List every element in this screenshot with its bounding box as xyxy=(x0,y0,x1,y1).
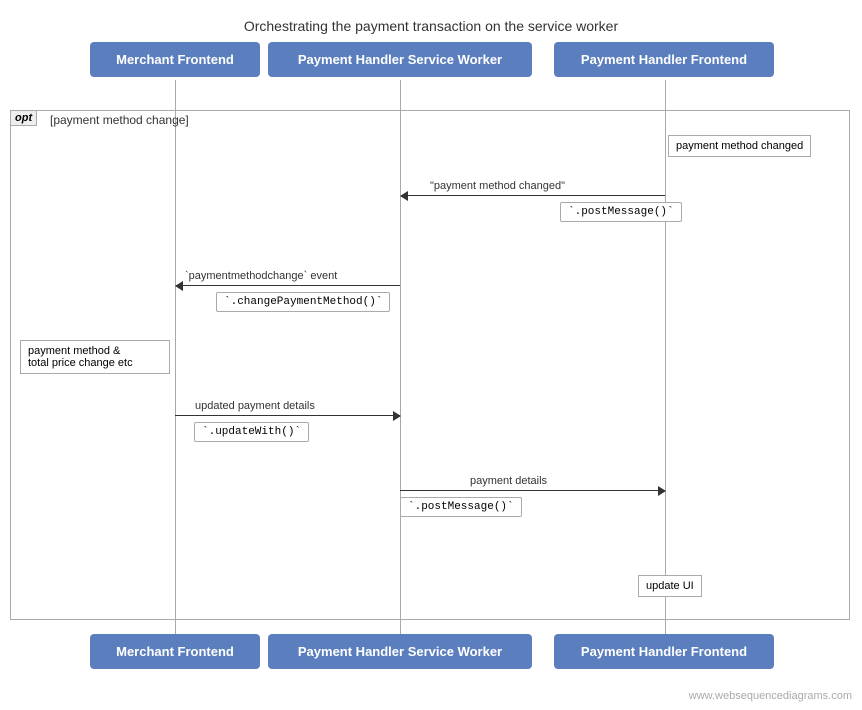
watermark: www.websequencediagrams.com xyxy=(689,690,852,702)
label-payment-method-changed: "payment method changed" xyxy=(430,180,565,192)
label-payment-details: payment details xyxy=(470,475,547,487)
opt-condition: [payment method change] xyxy=(50,113,189,127)
actor-frontend-top: Payment Handler Frontend xyxy=(554,42,774,77)
code-postmessage-1: `.postMessage()` xyxy=(560,202,682,222)
label-updated-payment: updated payment details xyxy=(195,400,315,412)
note-update-ui: update UI xyxy=(638,575,702,597)
note-payment-method-changed: payment method changed xyxy=(668,135,811,157)
actor-merchant-top: Merchant Frontend xyxy=(90,42,260,77)
diagram-title: Orchestrating the payment transaction on… xyxy=(0,8,862,42)
arrow-paymentmethodchange xyxy=(176,285,400,286)
arrow-updated-payment xyxy=(175,415,400,416)
diagram-container: Orchestrating the payment transaction on… xyxy=(0,0,862,710)
note-price-change: payment method & total price change etc xyxy=(20,340,170,374)
arrow-payment-details xyxy=(400,490,665,491)
code-postmessage-2: `.postMessage()` xyxy=(400,497,522,517)
arrow-payment-method-changed xyxy=(401,195,665,196)
code-updatewith: `.updateWith()` xyxy=(194,422,309,442)
actor-serviceworker-bottom: Payment Handler Service Worker xyxy=(268,634,532,669)
actor-frontend-bottom: Payment Handler Frontend xyxy=(554,634,774,669)
opt-label: opt xyxy=(10,110,37,126)
code-changepaymentmethod: `.changePaymentMethod()` xyxy=(216,292,390,312)
label-paymentmethodchange: `paymentmethodchange` event xyxy=(185,270,337,282)
actor-merchant-bottom: Merchant Frontend xyxy=(90,634,260,669)
actor-serviceworker-top: Payment Handler Service Worker xyxy=(268,42,532,77)
